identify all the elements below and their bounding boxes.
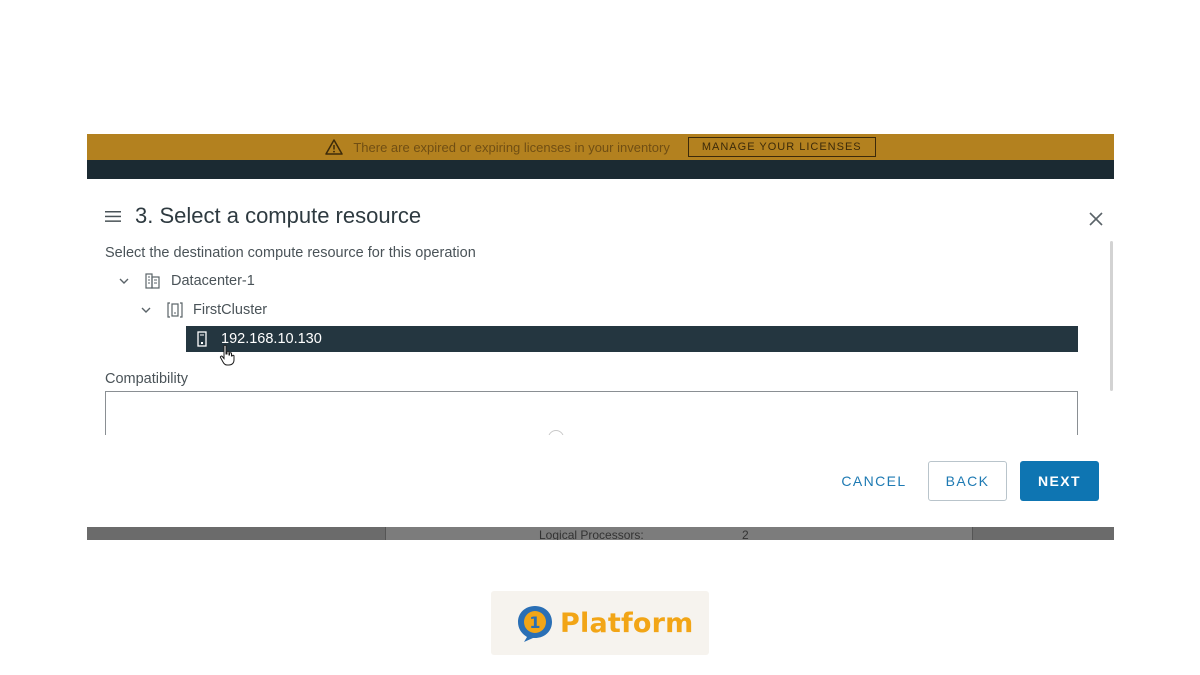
dialog-footer: CANCEL BACK NEXT [87,461,1114,501]
tree-item-host-selected[interactable]: 192.168.10.130 [186,326,1078,352]
logo-text: Platform [560,607,694,639]
1platform-logo: 1 Platform [491,591,709,655]
loading-spinner-icon [548,430,564,435]
logo-mark-text: 1 [529,613,540,632]
background-summary-strip: Logical Processors: 2 [87,526,1114,540]
datacenter-icon [145,273,160,289]
license-warning-text: There are expired or expiring licenses i… [353,139,670,155]
license-banner: There are expired or expiring licenses i… [87,134,1114,160]
next-button[interactable]: NEXT [1020,461,1099,501]
dialog-title: 3. Select a compute resource [135,203,422,228]
tree-item-cluster[interactable]: FirstCluster [140,301,267,319]
chevron-down-icon[interactable] [140,306,152,314]
logical-processors-value: 2 [742,528,749,540]
dialog-subtitle: Select the destination compute resource … [105,245,476,261]
dialog-header: 3. Select a compute resource [105,203,421,229]
manage-licenses-button[interactable]: MANAGE YOUR LICENSES [687,137,876,157]
background-panel [385,526,973,540]
host-label: 192.168.10.130 [221,331,322,347]
chevron-down-icon[interactable] [118,277,130,285]
datacenter-label: Datacenter-1 [171,273,255,289]
cluster-label: FirstCluster [193,302,268,318]
cluster-icon [167,302,183,318]
host-icon [197,331,207,347]
back-button[interactable]: BACK [928,461,1007,501]
logical-processors-label: Logical Processors: [539,528,644,540]
compatibility-panel [105,391,1078,435]
close-icon[interactable] [1087,210,1105,228]
menu-icon[interactable] [105,210,121,223]
cancel-button[interactable]: CANCEL [831,461,917,501]
select-compute-resource-dialog: 3. Select a compute resource Select the … [87,179,1114,527]
logo-mark-icon: 1 [518,606,552,642]
screen: There are expired or expiring licenses i… [0,0,1200,675]
warning-icon [325,139,344,155]
compatibility-label: Compatibility [105,371,188,387]
dialog-scrollbar[interactable] [1110,241,1113,391]
hand-cursor-icon [219,344,235,366]
app-header-strip [87,160,1114,179]
tree-item-datacenter[interactable]: Datacenter-1 [118,272,255,290]
